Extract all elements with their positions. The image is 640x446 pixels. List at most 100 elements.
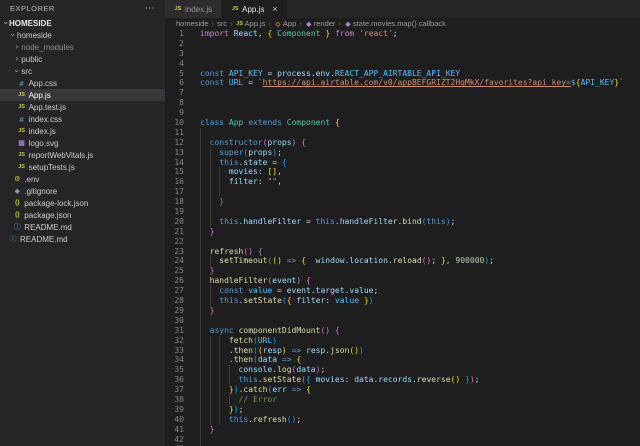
tree-item-node_modules[interactable]: › node_modules [0,41,165,53]
more-actions-icon[interactable]: ⋯ [145,3,156,14]
code-content: const API_KEY = process.env.REACT_APP_AI… [200,68,461,78]
breadcrumb-item-App[interactable]: ◇ App [274,19,296,28]
code-line[interactable]: 20 this.handleFilter = this.handleFilter… [165,216,640,227]
code-line[interactable]: 22 [165,236,640,247]
tree-item-README.md[interactable]: ⓘ README.md [0,221,165,233]
tree-item-index.css[interactable]: # index.css [0,113,165,125]
tree-item-README.md[interactable]: ⓘ README.md [0,233,165,245]
explorer-sidebar: EXPLORER ⋯ › HOMESIDE › homeside › node_mod… [0,0,165,446]
tree-item-package.json[interactable]: {} package.json [0,209,165,221]
tree-item-.gitignore[interactable]: ◈ .gitignore [0,185,165,197]
code-line[interactable]: 12 constructor(props) { [165,137,640,148]
indent-guide [200,236,201,247]
indent-guide [200,404,201,415]
breadcrumb-item-homeside[interactable]: homeside [176,19,209,28]
code-line[interactable]: 39 }); [165,404,640,415]
tree-item-index.js[interactable]: JS index.js [0,125,165,137]
line-number: 8 [179,98,184,108]
tab-App.js[interactable]: JS App.js × [222,0,287,18]
indent-guide [219,345,221,356]
indent-guide [219,394,221,405]
code-line[interactable]: 36 this.setState({ movies: data.records.… [165,375,640,386]
tree-item-.env[interactable]: ⚙ .env [0,173,165,185]
code-line[interactable]: 10 class App extends Component { [165,118,640,128]
code-line[interactable]: 29 } [165,305,640,316]
breadcrumb-item-state[interactable]: ◆ state.movies.map() callback [344,19,445,28]
indent-guide [200,266,201,277]
tree-item-App.css[interactable]: # App.css [0,77,165,89]
tree-item-public[interactable]: › public [0,53,165,65]
vscode-window: EXPLORER ⋯ › HOMESIDE › homeside › node_mod… [0,0,640,446]
breadcrumb-item-render[interactable]: ◆ render [305,19,335,28]
indent-guide [200,286,201,297]
file-label: reportWebVitals.js [28,150,94,160]
code-line[interactable]: 41 } [165,424,640,435]
code-line[interactable]: 27 const value = event.target.value; [165,286,640,297]
indent-guide [200,325,201,336]
code-line[interactable]: 7 [165,88,640,98]
code-line[interactable]: 25 } [165,266,640,277]
code-line[interactable]: 8 [165,98,640,108]
code-line[interactable]: 14 this.state = { [165,157,640,168]
tree-item-App.test.js[interactable]: JS App.test.js [0,101,165,113]
code-line[interactable]: 28 this.setState({ filter: value }) [165,296,640,306]
json-file-icon: {} [14,212,20,218]
code-line[interactable]: 13 super(props); [165,147,640,158]
code-line[interactable]: 24 setTimeout(() => { window.location.re… [165,256,640,267]
code-line[interactable]: 23 refresh() { [165,246,640,257]
code-content: async componentDidMount() { [200,325,340,336]
code-line[interactable]: 17 [165,187,640,198]
code-line[interactable]: 33 .then((resp) => resp.json()) [165,345,640,356]
method-file-icon: ◆ [345,20,351,28]
tab-index.js[interactable]: JS index.js [165,0,222,18]
code-line[interactable]: 34 .then(data => { [165,355,640,366]
indent-guide [209,335,211,346]
tree-item-homeside[interactable]: › homeside [0,29,165,41]
breadcrumb-label: homeside [176,19,209,28]
tree-item-logo.svg[interactable]: ▦ logo.svg [0,137,165,149]
tree-item-reportWebVitals.js[interactable]: JS reportWebVitals.js [0,149,165,161]
code-line[interactable]: 11 [165,127,640,138]
indent-guide [200,365,201,376]
code-line[interactable]: 5 const API_KEY = process.env.REACT_APP_A… [165,69,640,79]
breadcrumb-separator-icon: › [268,19,271,28]
tree-item-package-lock.json[interactable]: {} package-lock.json [0,197,165,209]
breadcrumb-item-App[interactable]: JS App.js [236,19,265,28]
code-line[interactable]: 15 movies: [], [165,167,640,178]
code-content: }); [200,404,243,415]
breadcrumb-item-src[interactable]: src [217,19,227,28]
code-line[interactable]: 4 [165,59,640,69]
code-line[interactable]: 1 import React, { Component } from 'react… [165,29,640,39]
line-number: 7 [179,88,184,98]
code-line[interactable]: 37 }).catch(err => { [165,385,640,395]
code-line[interactable]: 9 [165,108,640,118]
code-line[interactable]: 16 filter: "", [165,177,640,188]
indent-guide [200,296,201,306]
breadcrumb-separator-icon: › [211,19,215,28]
code-line[interactable]: 40 this.refresh(); [165,414,640,425]
code-line[interactable]: 42 [165,434,640,445]
tree-item-setupTests.js[interactable]: JS setupTests.js [0,161,165,173]
code-line[interactable]: 2 [165,39,640,49]
code-line[interactable]: 35 console.log(data); [165,365,640,376]
js-file-icon: JS [231,6,239,12]
code-content: } [200,305,214,316]
code-line[interactable]: 31 async componentDidMount() { [165,325,640,336]
tab-label: App.js [242,4,265,14]
code-line[interactable]: 32 fetch(URL) [165,335,640,346]
code-editor[interactable]: 1 import React, { Component } from 'react… [165,29,640,446]
code-line[interactable]: 38 // Error [165,394,640,405]
breadcrumb: homeside › src › JS App.js › ◇ App › ◆ render › ◆ stat… [165,18,640,29]
tree-item-App.js[interactable]: JS App.js [0,89,165,101]
tree-item-src[interactable]: › src [0,65,165,77]
code-line[interactable]: 19 [165,207,640,217]
code-line[interactable]: 18 } [165,197,640,208]
code-line[interactable]: 21 } [165,226,640,237]
code-line[interactable]: 6 const URL = `https://api.airtable.com/v… [165,78,640,88]
code-line[interactable]: 30 [165,315,640,326]
close-icon[interactable]: × [272,4,277,14]
code-line[interactable]: 3 [165,49,640,59]
line-number: 32 [174,335,184,345]
explorer-section-header[interactable]: › HOMESIDE [0,17,165,29]
code-line[interactable]: 26 handleFilter(event) { [165,276,640,287]
